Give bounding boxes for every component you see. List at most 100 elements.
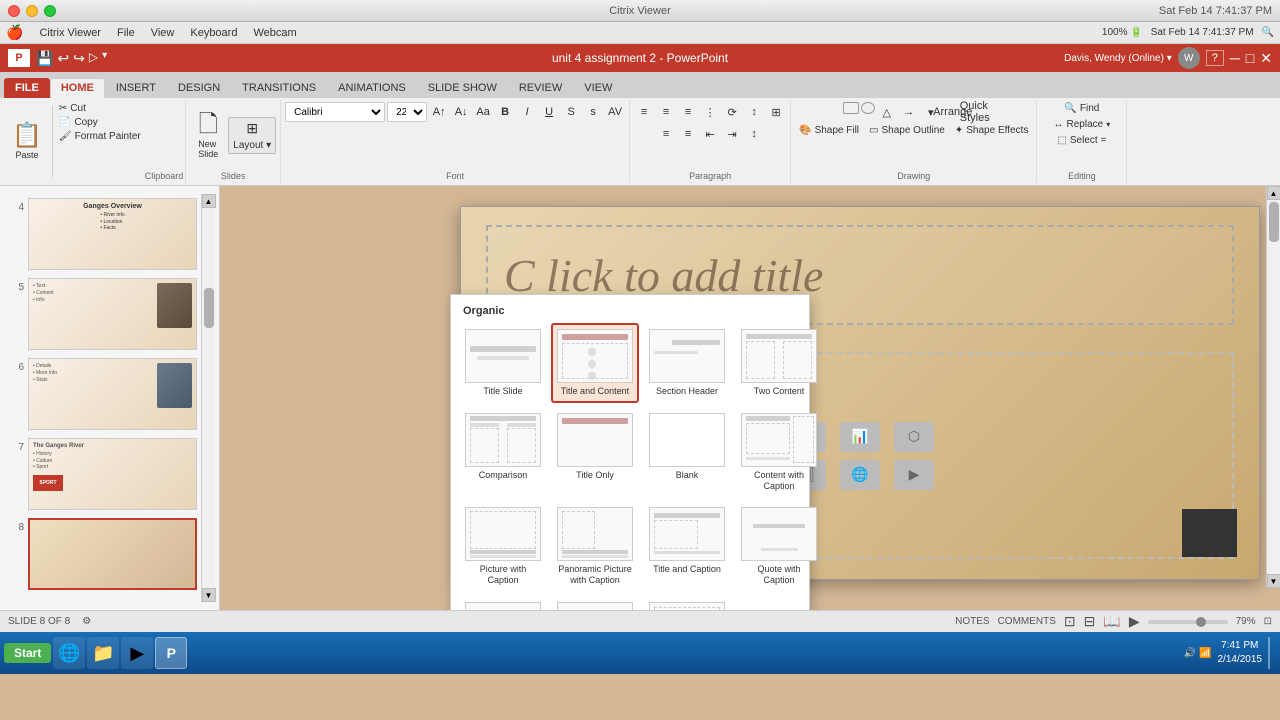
line-spacing-btn[interactable]: ↕ — [744, 124, 764, 144]
layout-title-content[interactable]: Title and Content — [551, 323, 639, 403]
tab-home[interactable]: HOME — [50, 78, 105, 98]
shape-effects-btn[interactable]: ✦Shape Effects — [951, 124, 1032, 137]
font-decrease-btn[interactable]: A↓ — [451, 102, 471, 122]
slide-thumb-7[interactable]: 7 The Ganges River • History• Culture• S… — [8, 438, 197, 510]
slide-preview-5[interactable]: • Text• Content• Info — [28, 278, 197, 350]
redo-qa-btn[interactable]: ↪ — [73, 50, 85, 67]
align-left-btn[interactable]: ≡ — [634, 102, 654, 122]
taskbar-media-icon[interactable]: ▶ — [121, 637, 153, 669]
fullscreen-button[interactable] — [44, 5, 56, 17]
align-right-btn[interactable]: ≡ — [678, 102, 698, 122]
citrix-file-menu[interactable]: File — [117, 27, 135, 39]
zoom-thumb[interactable] — [1196, 617, 1206, 627]
paste-button[interactable]: 📋 Paste — [4, 102, 50, 181]
presentation-qa-btn[interactable]: ▷ — [89, 50, 98, 67]
char-spacing-btn[interactable]: AV — [605, 102, 625, 122]
copy-button[interactable]: 📄Copy — [55, 116, 145, 129]
window-controls[interactable] — [8, 5, 56, 17]
slide-preview-7[interactable]: The Ganges River • History• Culture• Spo… — [28, 438, 197, 510]
indent-increase-btn[interactable]: ⇥ — [722, 124, 742, 144]
replace-button[interactable]: ↔Replace ▾ — [1050, 118, 1115, 131]
tab-animations[interactable]: ANIMATIONS — [327, 78, 417, 98]
citrix-viewer-menu[interactable]: Citrix Viewer — [39, 27, 101, 39]
minimize-button[interactable] — [26, 5, 38, 17]
font-name-select[interactable]: Calibri — [285, 102, 385, 122]
undo-qa-btn[interactable]: ↩ — [57, 50, 69, 67]
layout-comparison[interactable]: Comparison — [459, 407, 547, 498]
shape-rect[interactable] — [843, 102, 859, 114]
slide-thumb-6[interactable]: 6 • Details• More info• Stats — [8, 358, 197, 430]
new-slide-button[interactable]: 🗋 NewSlide — [190, 109, 226, 163]
shape-triangle[interactable]: △ — [877, 102, 897, 122]
bold-btn[interactable]: B — [495, 102, 515, 122]
find-button[interactable]: 🔍Find — [1060, 102, 1103, 115]
indent-decrease-btn[interactable]: ⇤ — [700, 124, 720, 144]
customise-qa-btn[interactable]: ▾ — [102, 50, 107, 67]
align-text-btn[interactable]: ↕ — [744, 102, 764, 122]
window-close-btn[interactable]: ✕ — [1260, 50, 1272, 67]
taskbar-folder-icon[interactable]: 📁 — [87, 637, 119, 669]
tab-transitions[interactable]: TRANSITIONS — [231, 78, 327, 98]
slide-preview-8[interactable] — [28, 518, 197, 590]
tab-view[interactable]: VIEW — [573, 78, 623, 98]
layout-quote-name[interactable]: Quote Name Card — [551, 596, 639, 610]
tab-insert[interactable]: INSERT — [105, 78, 167, 98]
layout-pan-picture[interactable]: Panoramic Picture with Caption — [551, 501, 639, 592]
numbering-btn[interactable]: ≡ — [678, 124, 698, 144]
quick-styles-btn[interactable]: QuickStyles — [965, 102, 985, 122]
layout-picture-caption[interactable]: Picture with Caption — [459, 501, 547, 592]
scroll-thumb[interactable] — [204, 288, 214, 328]
insert-online-picture-icon[interactable]: 🌐 — [840, 460, 880, 490]
strikethrough-btn[interactable]: S — [561, 102, 581, 122]
insert-chart-icon[interactable]: 📊 — [840, 422, 880, 452]
view-slideshow[interactable]: ▶ — [1129, 613, 1140, 630]
layout-true-false[interactable]: True or False — [643, 596, 731, 610]
comments-btn[interactable]: COMMENTS — [998, 616, 1056, 627]
tab-review[interactable]: REVIEW — [508, 78, 573, 98]
shape-outline-btn[interactable]: ▭Shape Outline — [865, 124, 949, 137]
taskbar-ie-icon[interactable]: 🌐 — [53, 637, 85, 669]
view-normal[interactable]: ⊡ — [1064, 613, 1076, 630]
shape-oval[interactable] — [861, 102, 875, 114]
italic-btn[interactable]: I — [517, 102, 537, 122]
layout-content-caption[interactable]: Content with Caption — [735, 407, 823, 498]
zoom-slider[interactable] — [1148, 620, 1228, 624]
layout-section-header[interactable]: Section Header — [643, 323, 731, 403]
save-qa-btn[interactable]: 💾 — [36, 50, 53, 67]
fit-slide-btn[interactable]: ⊡ — [1264, 616, 1272, 627]
layout-blank[interactable]: Blank — [643, 407, 731, 498]
layout-quote-caption[interactable]: Quote with Caption — [735, 501, 823, 592]
slide-preview-4[interactable]: Ganges Overview • River info• Location• … — [28, 198, 197, 270]
bullet-btn[interactable]: ≡ — [656, 124, 676, 144]
scroll-up-btn[interactable]: ▲ — [202, 194, 216, 208]
view-reading[interactable]: 📖 — [1103, 613, 1120, 630]
slide-scroll-thumb[interactable] — [1269, 202, 1279, 242]
font-size-select[interactable]: 22 — [387, 102, 427, 122]
shape-arrow[interactable]: → — [899, 102, 919, 122]
slide-scrollbar-v[interactable]: ▲ ▼ — [1266, 186, 1280, 588]
slide-thumb-5[interactable]: 5 • Text• Content• Info — [8, 278, 197, 350]
slides-scrollbar[interactable]: ▲ ▼ — [201, 194, 215, 602]
window-restore-btn[interactable]: □ — [1246, 50, 1254, 66]
citrix-search[interactable]: 🔍 — [1262, 27, 1274, 38]
slide-thumb-4[interactable]: 4 Ganges Overview • River info• Location… — [8, 198, 197, 270]
layout-two-content[interactable]: Two Content — [735, 323, 823, 403]
insert-smartart-icon[interactable]: ⬡ — [894, 422, 934, 452]
notes-btn[interactable]: NOTES — [955, 616, 989, 627]
slide-preview-6[interactable]: • Details• More info• Stats — [28, 358, 197, 430]
citrix-webcam-menu[interactable]: Webcam — [253, 27, 296, 39]
slide-scroll-up[interactable]: ▲ — [1267, 186, 1280, 200]
layout-title-slide[interactable]: Title Slide — [459, 323, 547, 403]
slide-thumb-8[interactable]: 8 — [8, 518, 197, 590]
slide-scroll-down[interactable]: ▼ — [1267, 574, 1280, 588]
align-center-btn[interactable]: ≡ — [656, 102, 676, 122]
underline-btn[interactable]: U — [539, 102, 559, 122]
format-painter-button[interactable]: 🖌Format Painter — [55, 130, 145, 143]
scroll-down-btn[interactable]: ▼ — [202, 588, 216, 602]
shadow-btn[interactable]: s — [583, 102, 603, 122]
show-desktop-btn[interactable] — [1268, 637, 1276, 669]
insert-video-icon[interactable]: ▶ — [894, 460, 934, 490]
font-increase-btn[interactable]: A↑ — [429, 102, 449, 122]
tab-design[interactable]: DESIGN — [167, 78, 231, 98]
close-button[interactable] — [8, 5, 20, 17]
